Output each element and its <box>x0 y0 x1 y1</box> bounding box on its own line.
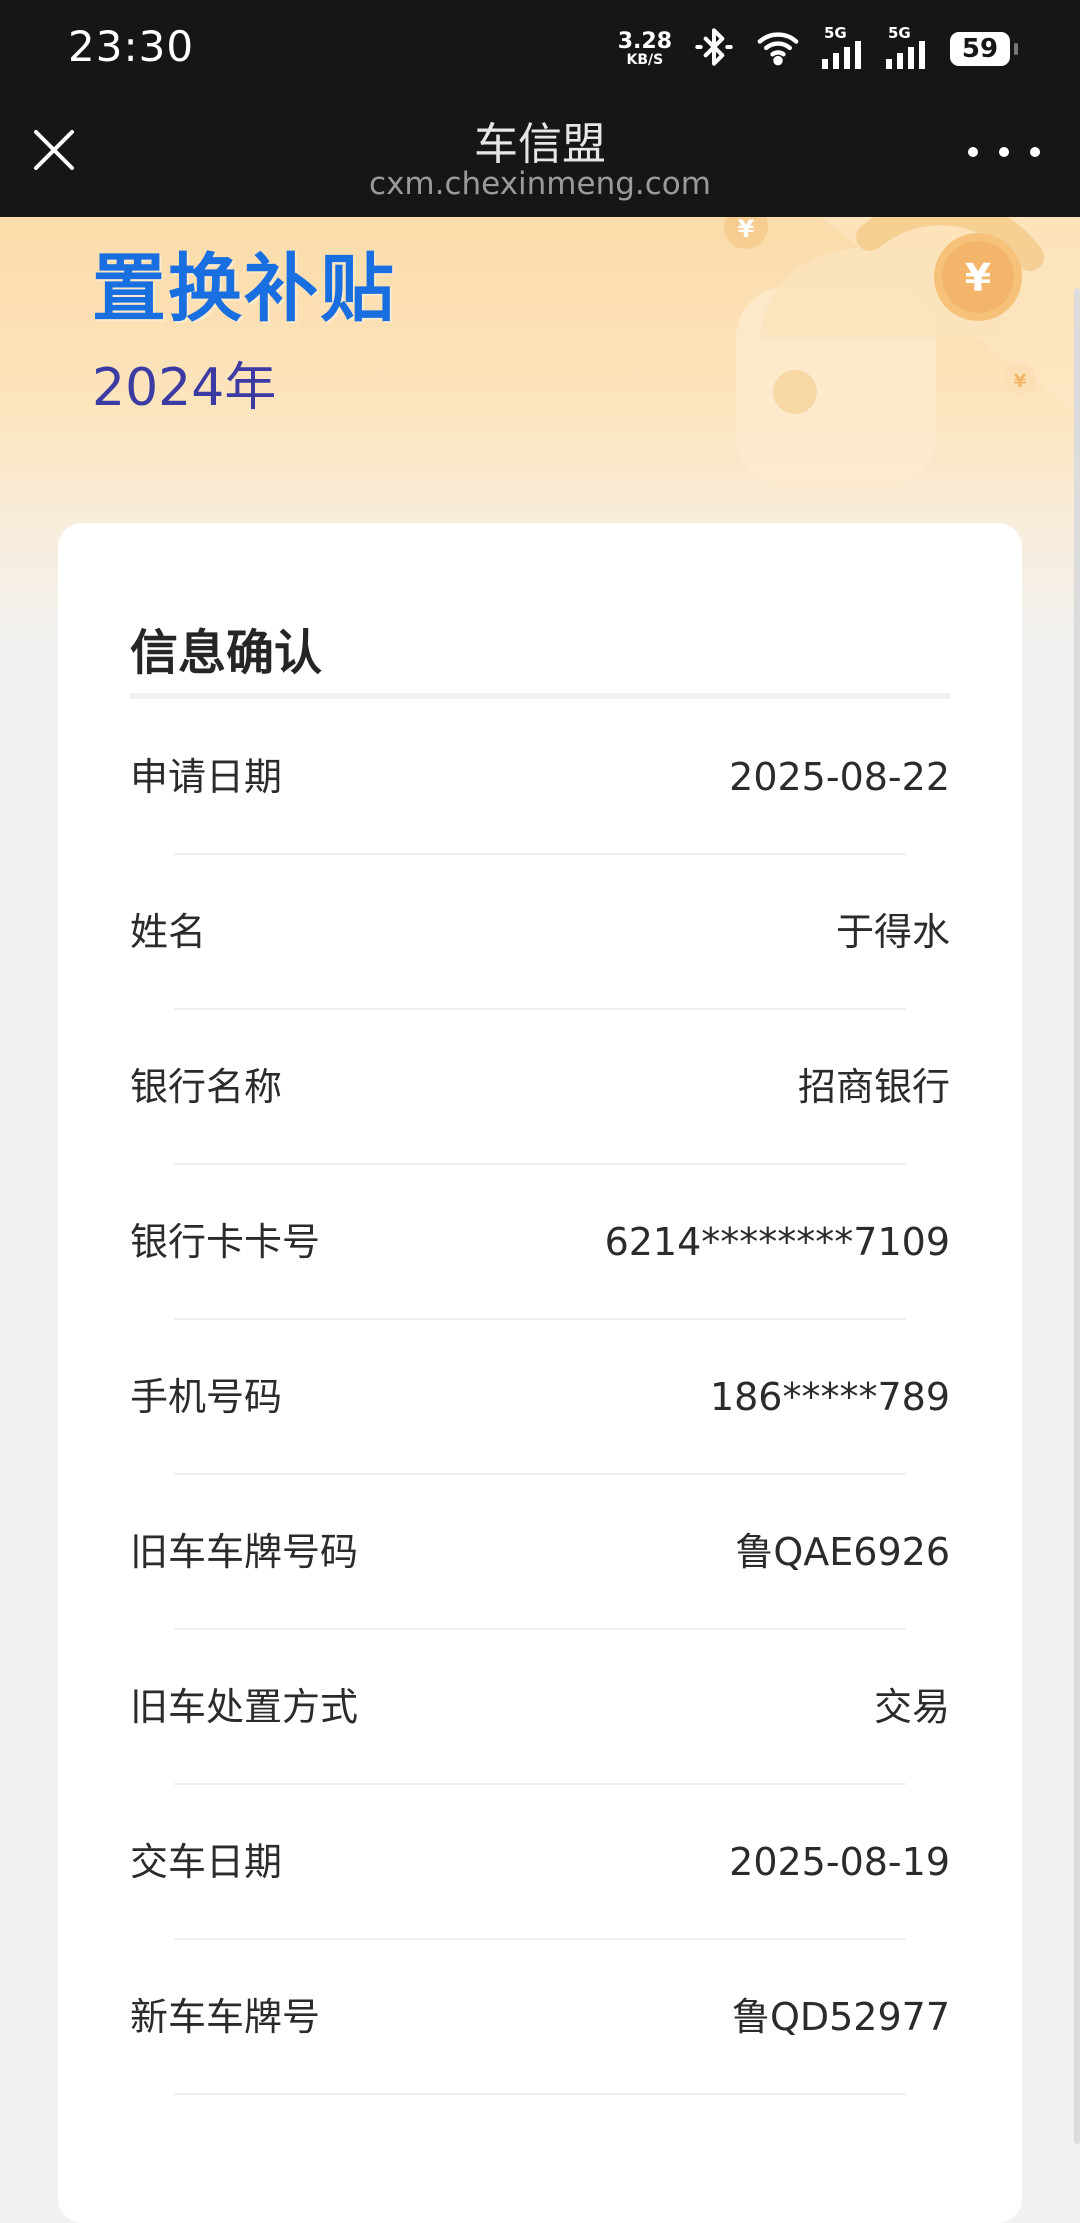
info-row-name: 姓名 于得水 <box>58 855 1022 1010</box>
info-row-disposal-method: 旧车处置方式 交易 <box>58 1630 1022 1785</box>
info-value: 186*****789 <box>709 1375 950 1419</box>
more-menu-button[interactable] <box>968 132 1040 172</box>
info-label: 旧车车牌号码 <box>130 1530 359 1574</box>
info-value: 6214********7109 <box>604 1220 950 1264</box>
network-speed-value: 3.28 <box>617 29 672 54</box>
status-bar: 23:30 3.28 KB/S 5G 5G 59 <box>0 0 1080 100</box>
info-value: 于得水 <box>835 910 950 954</box>
info-value: 招商银行 <box>797 1065 950 1109</box>
bluetooth-icon <box>694 27 734 71</box>
info-value: 交易 <box>873 1685 950 1729</box>
signal-1: 5G <box>822 23 864 73</box>
section-title: 信息确认 <box>130 625 323 681</box>
info-row-bank-name: 银行名称 招商银行 <box>58 1010 1022 1165</box>
svg-text:¥: ¥ <box>738 217 755 243</box>
scrollbar[interactable] <box>1074 288 1080 2144</box>
browser-title-bar: 车信盟 cxm.chexinmeng.com <box>0 100 1080 217</box>
info-row-phone: 手机号码 186*****789 <box>58 1320 1022 1475</box>
svg-text:¥: ¥ <box>1014 371 1027 392</box>
battery-level: 59 <box>961 34 999 64</box>
info-value: 2025-08-22 <box>729 755 950 799</box>
info-label: 银行名称 <box>130 1065 283 1109</box>
page-title: 车信盟 <box>474 119 606 170</box>
info-label: 银行卡卡号 <box>130 1220 321 1264</box>
info-label: 交车日期 <box>130 1840 283 1884</box>
info-label: 姓名 <box>130 910 207 954</box>
battery-icon: 59 <box>950 32 1018 66</box>
car-coin-illustration: ¥ ¥ ¥ <box>724 217 1080 487</box>
info-label: 旧车处置方式 <box>130 1685 359 1729</box>
wifi-icon <box>756 27 800 71</box>
more-dots-icon <box>968 147 978 157</box>
signal-1-label: 5G <box>824 23 847 42</box>
info-row-application-date: 申请日期 2025-08-22 <box>58 700 1022 855</box>
info-value: 2025-08-19 <box>729 1840 950 1884</box>
banner-title: 置换补贴 <box>92 246 396 332</box>
info-confirm-card: 信息确认 申请日期 2025-08-22 姓名 于得水 银行名称 招商银行 银行… <box>58 523 1022 2223</box>
signal-2-label: 5G <box>888 23 911 42</box>
row-divider <box>174 2093 906 2095</box>
signal-2: 5G <box>886 23 928 73</box>
signal-bars-icon <box>886 40 928 73</box>
page-url: cxm.chexinmeng.com <box>369 166 711 202</box>
info-value: 鲁QD52977 <box>731 1995 950 2039</box>
section-divider <box>130 693 950 699</box>
banner-year: 2024年 <box>92 358 277 418</box>
info-label: 手机号码 <box>130 1375 283 1419</box>
info-row-delivery-date: 交车日期 2025-08-19 <box>58 1785 1022 1940</box>
info-value: 鲁QAE6926 <box>735 1530 950 1574</box>
info-row-old-plate: 旧车车牌号码 鲁QAE6926 <box>58 1475 1022 1630</box>
network-speed-unit: KB/S <box>626 52 664 68</box>
info-label: 新车车牌号 <box>130 1995 321 2039</box>
status-icons: 3.28 KB/S 5G 5G 59 <box>617 23 1018 74</box>
info-row-bank-card: 银行卡卡号 6214********7109 <box>58 1165 1022 1320</box>
svg-text:¥: ¥ <box>965 256 991 300</box>
info-row-new-plate: 新车车牌号 鲁QD52977 <box>58 1940 1022 2095</box>
network-speed: 3.28 KB/S <box>617 29 672 68</box>
info-label: 申请日期 <box>130 755 283 799</box>
signal-bars-icon <box>822 40 864 73</box>
info-list: 申请日期 2025-08-22 姓名 于得水 银行名称 招商银行 银行卡卡号 6… <box>58 700 1022 2095</box>
status-time: 23:30 <box>68 22 195 71</box>
